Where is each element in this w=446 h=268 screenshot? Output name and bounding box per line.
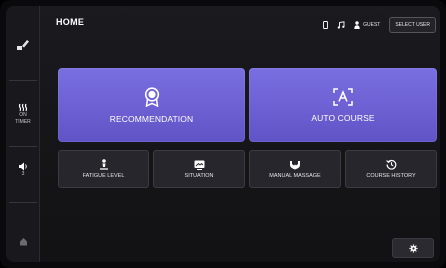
course-history-label: COURSE HISTORY — [366, 173, 416, 179]
phone-icon[interactable] — [323, 21, 329, 29]
situation-icon — [194, 160, 205, 170]
heat-timer-label: TIMER — [15, 118, 31, 125]
volume-level: 3 — [21, 171, 25, 177]
top-right-controls: GUEST SELECT USER — [323, 15, 436, 35]
heat-status: ON — [19, 111, 27, 118]
sidebar-divider — [9, 80, 37, 81]
recommendation-label: RECOMMENDATION — [109, 113, 194, 124]
sidebar-divider — [9, 146, 37, 147]
fatigue-level-label: FATIGUE LEVEL — [82, 173, 125, 179]
hands-icon — [289, 160, 301, 170]
award-icon — [143, 86, 161, 107]
screen: ON TIMER 3 HOME GUEST SELECT USER RECOMM… — [6, 6, 440, 262]
fatigue-icon — [99, 159, 109, 170]
speaker-icon — [18, 162, 28, 171]
recline-icon — [16, 39, 30, 51]
history-icon — [385, 159, 397, 170]
settings-button[interactable] — [392, 238, 434, 258]
music-icon[interactable] — [337, 21, 345, 29]
top-bar: HOME GUEST SELECT USER — [56, 15, 436, 35]
home-button[interactable] — [6, 230, 40, 252]
auto-a-icon — [333, 87, 353, 106]
home-icon — [19, 237, 28, 246]
volume-button[interactable]: 3 — [6, 154, 40, 186]
guest-label: GUEST — [363, 22, 381, 28]
user-indicator[interactable]: GUEST — [354, 21, 380, 29]
course-history-button[interactable]: COURSE HISTORY — [345, 150, 437, 188]
situation-button[interactable]: SITUATION — [153, 150, 245, 188]
sidebar: ON TIMER 3 — [6, 6, 40, 262]
heat-icon — [18, 103, 28, 112]
select-user-button[interactable]: SELECT USER — [389, 17, 436, 33]
manual-massage-label: MANUAL MASSAGE — [269, 172, 321, 179]
gear-icon — [408, 243, 418, 253]
heat-button[interactable]: ON TIMER — [6, 94, 40, 134]
page-title: HOME — [56, 17, 85, 27]
person-icon — [354, 21, 360, 29]
situation-label: SITUATION — [184, 172, 214, 179]
auto-course-button[interactable]: AUTO COURSE — [249, 68, 437, 142]
recommendation-button[interactable]: RECOMMENDATION — [58, 68, 245, 142]
auto-course-label: AUTO COURSE — [311, 112, 375, 123]
manual-massage-button[interactable]: MANUAL MASSAGE — [249, 150, 341, 188]
sidebar-divider — [9, 202, 37, 203]
device-frame: ON TIMER 3 HOME GUEST SELECT USER RECOMM… — [0, 0, 446, 268]
fatigue-level-button[interactable]: FATIGUE LEVEL — [58, 150, 149, 188]
recline-button[interactable] — [6, 30, 40, 60]
